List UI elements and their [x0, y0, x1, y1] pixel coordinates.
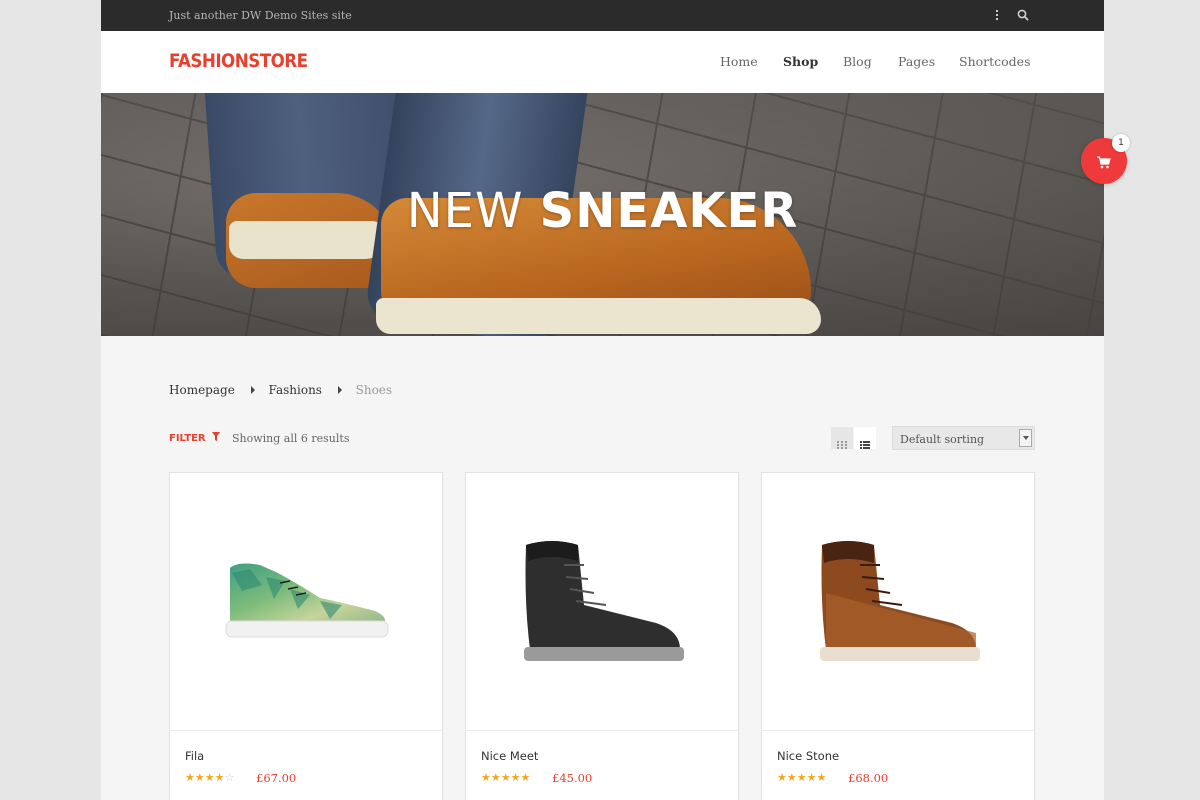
list-icon [860, 434, 870, 453]
nav-blog[interactable]: Blog [843, 54, 872, 69]
product-name[interactable]: Fila [185, 749, 204, 763]
site-header: FASHIONSTORE Home Shop Blog Pages Shortc… [101, 31, 1104, 93]
sorting-value: Default sorting [900, 433, 985, 446]
breadcrumb: Homepage Fashions Shoes [169, 382, 392, 397]
star-rating: ★★★★☆ [185, 771, 235, 784]
hero-title-light: NEW [406, 183, 524, 239]
breadcrumb-separator-icon [337, 385, 342, 394]
filter-label: FILTER [169, 433, 206, 444]
results-count: Showing all 6 results [232, 432, 350, 445]
product-image[interactable] [466, 473, 738, 731]
chevron-down-icon[interactable] [1019, 429, 1032, 447]
nav-pages[interactable]: Pages [898, 54, 935, 69]
product-price: £68.00 [848, 771, 889, 785]
hero-title-bold: SNEAKER [539, 183, 799, 239]
search-icon[interactable] [1015, 7, 1031, 23]
page-frame: Just another DW Demo Sites site FASHIONS… [101, 0, 1104, 800]
site-logo[interactable]: FASHIONSTORE [169, 50, 308, 72]
product-name[interactable]: Nice Stone [777, 749, 839, 763]
top-bar: Just another DW Demo Sites site [101, 0, 1104, 31]
nav-shop[interactable]: Shop [783, 54, 818, 69]
filter-icon [212, 432, 221, 444]
product-card[interactable]: Nice Stone ★★★★★ £68.00 [761, 472, 1035, 800]
more-options-icon[interactable] [992, 8, 1002, 22]
breadcrumb-separator-icon [250, 385, 255, 394]
product-price: £45.00 [552, 771, 593, 785]
star-rating: ★★★★★ [481, 771, 531, 784]
grid-icon [837, 434, 847, 453]
star-rating: ★★★★★ [777, 771, 827, 784]
breadcrumb-fashions[interactable]: Fashions [268, 383, 322, 397]
breadcrumb-shoes: Shoes [355, 382, 393, 397]
product-name[interactable]: Nice Meet [481, 749, 538, 763]
hero-banner: NEW SNEAKER [101, 93, 1104, 336]
site-tagline: Just another DW Demo Sites site [169, 9, 352, 22]
shopping-cart-icon [1097, 154, 1111, 173]
product-card[interactable]: Fila ★★★★☆ £67.00 [169, 472, 443, 800]
sorting-select[interactable]: Default sorting [892, 426, 1035, 450]
hero-title: NEW SNEAKER [101, 183, 1104, 239]
hero-front-sole [376, 298, 821, 334]
product-image[interactable] [170, 473, 442, 731]
product-image[interactable] [762, 473, 1034, 731]
product-card[interactable]: Nice Meet ★★★★★ £45.00 [465, 472, 739, 800]
grid-view-button[interactable] [831, 427, 853, 449]
nav-shortcodes[interactable]: Shortcodes [959, 54, 1030, 69]
nav-home[interactable]: Home [720, 54, 758, 69]
cart-count-badge: 1 [1112, 134, 1130, 152]
filter-button[interactable]: FILTER [169, 432, 221, 444]
list-view-button[interactable] [854, 427, 876, 449]
product-price: £67.00 [256, 771, 297, 785]
cart-button[interactable]: 1 [1081, 134, 1130, 184]
breadcrumb-homepage[interactable]: Homepage [169, 383, 235, 397]
